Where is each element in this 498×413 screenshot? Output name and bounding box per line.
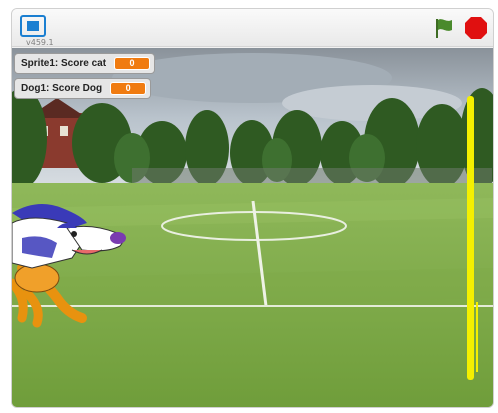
monitor-sprite1-score-cat[interactable]: Sprite1: Score cat 0 (14, 53, 156, 74)
version-label: v459.1 (26, 38, 54, 47)
dog-sprite[interactable] (12, 198, 127, 288)
paddle-line (476, 302, 478, 372)
monitor-value: 0 (110, 82, 147, 95)
monitor-dog1-score-dog[interactable]: Dog1: Score Dog 0 (14, 78, 152, 99)
stage[interactable]: Sprite1: Score cat 0 Dog1: Score Dog 0 (12, 48, 493, 407)
player-controls-bar: v459.1 (12, 9, 493, 47)
paddle-bar[interactable] (467, 96, 474, 380)
stop-sign-icon[interactable] (464, 16, 488, 40)
monitor-value: 0 (114, 57, 151, 70)
fullscreen-icon[interactable] (20, 15, 46, 37)
monitor-label: Dog1: Score Dog (21, 83, 103, 94)
project-player: v459.1 Sprite1: Score cat 0 Dog1: Score … (11, 8, 494, 408)
monitor-label: Sprite1: Score cat (21, 58, 107, 69)
green-flag-icon[interactable] (432, 16, 456, 40)
